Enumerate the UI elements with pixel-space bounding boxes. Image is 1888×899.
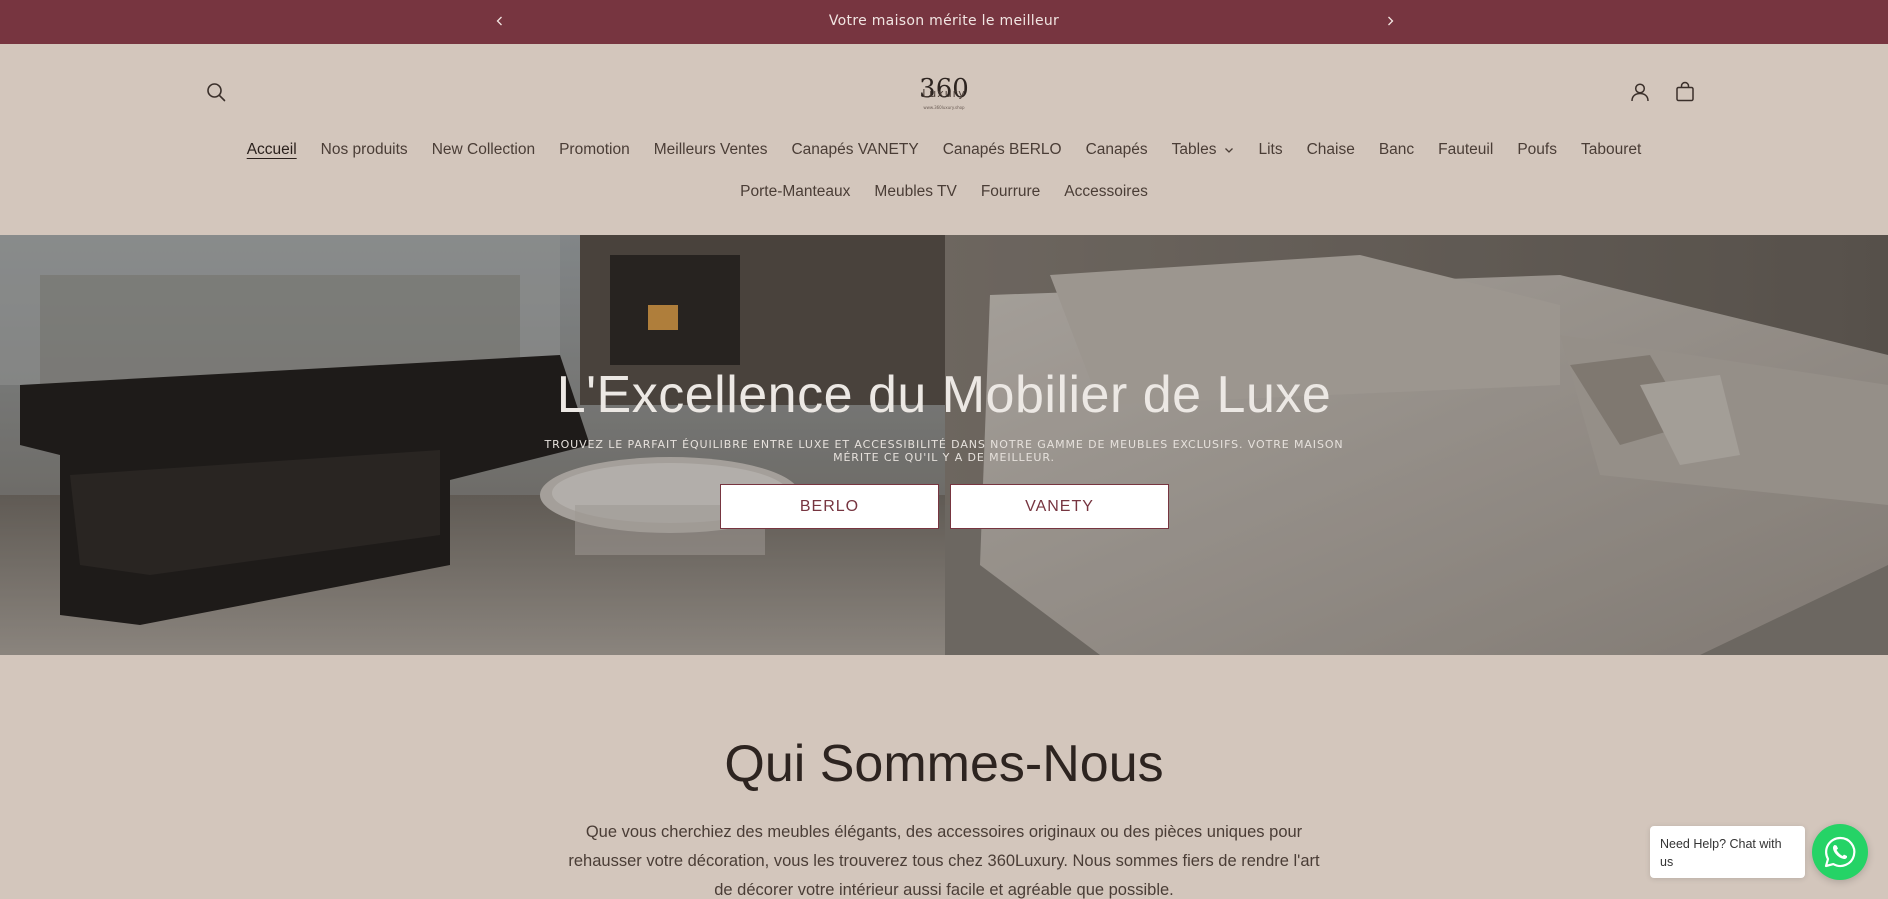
nav-label: Canapés BERLO <box>942 141 1062 158</box>
nav-item-fauteuil[interactable]: Fauteuil <box>1426 141 1505 159</box>
nav-item-lits[interactable]: Lits <box>1246 141 1294 159</box>
nav-label: Accessoires <box>1064 183 1148 200</box>
nav-item-accessoires[interactable]: Accessoires <box>1052 183 1160 201</box>
chat-help-bubble[interactable]: Need Help? Chat with us <box>1650 826 1805 878</box>
about-title: Qui Sommes-Nous <box>724 735 1164 793</box>
nav-label: Chaise <box>1306 141 1355 158</box>
announcement-bar: Votre maison mérite le meilleur <box>0 0 1888 44</box>
nav-item-canapes-berlo[interactable]: Canapés BERLO <box>931 141 1074 159</box>
cart-button[interactable] <box>1669 76 1701 108</box>
announcement-message: Votre maison mérite le meilleur <box>828 13 1060 29</box>
search-icon <box>207 83 226 102</box>
nav-item-meilleurs-ventes[interactable]: Meilleurs Ventes <box>642 141 780 159</box>
site-header: 360 Luxury www.360luxury.shop Accueil No… <box>0 44 1888 235</box>
account-button[interactable] <box>1624 76 1656 108</box>
nav-item-meubles-tv[interactable]: Meubles TV <box>862 183 968 201</box>
nav-label: Poufs <box>1517 141 1557 158</box>
chevron-right-icon <box>1388 16 1394 26</box>
announcement-next-button[interactable] <box>1380 11 1400 31</box>
nav-label: Meilleurs Ventes <box>653 141 768 158</box>
cart-icon <box>1676 81 1694 102</box>
nav-item-tables[interactable]: Tables <box>1160 141 1247 159</box>
nav-label: Fauteuil <box>1438 141 1494 158</box>
hero-subtitle: Trouvez le parfait équilibre entre luxe … <box>544 438 1344 464</box>
user-icon <box>1631 83 1649 102</box>
nav-item-banc[interactable]: Banc <box>1367 141 1426 159</box>
whatsapp-icon <box>1824 836 1856 868</box>
logo-tagline: www.360luxury.shop <box>923 105 965 110</box>
hero-berlo-button[interactable]: BERLO <box>720 484 939 529</box>
nav-label: Fourrure <box>980 183 1041 200</box>
nav-label: Tables <box>1171 141 1217 158</box>
nav-label: Banc <box>1378 141 1415 158</box>
hero-title: L'Excellence du Mobilier de Luxe <box>556 366 1332 424</box>
hero-banner: L'Excellence du Mobilier de Luxe Trouvez… <box>0 235 1888 655</box>
nav-label: Promotion <box>559 141 630 158</box>
nav-label: Accueil <box>246 141 297 158</box>
nav-item-fourrure[interactable]: Fourrure <box>969 183 1052 201</box>
chevron-down-icon <box>1225 148 1234 153</box>
whatsapp-chat-button[interactable] <box>1812 824 1868 880</box>
nav-item-promotion[interactable]: Promotion <box>547 141 642 159</box>
nav-label: Canapés <box>1085 141 1148 158</box>
search-button[interactable] <box>200 76 232 108</box>
nav-label: Lits <box>1258 141 1283 158</box>
nav-label: Meubles TV <box>874 183 957 200</box>
nav-item-porte-manteaux[interactable]: Porte-Manteaux <box>728 183 862 201</box>
nav-item-nos-produits[interactable]: Nos produits <box>309 141 420 159</box>
nav-label: Nos produits <box>320 141 408 158</box>
nav-item-accueil[interactable]: Accueil <box>235 141 309 159</box>
nav-item-tabouret[interactable]: Tabouret <box>1569 141 1653 159</box>
main-nav-row-1: Accueil Nos produits New Collection Prom… <box>0 141 1888 159</box>
nav-label: Tabouret <box>1580 141 1642 158</box>
nav-label: New Collection <box>431 141 536 158</box>
nav-item-canapes-vanety[interactable]: Canapés VANETY <box>779 141 930 159</box>
nav-label: Canapés VANETY <box>791 141 919 158</box>
nav-item-canapes[interactable]: Canapés <box>1074 141 1160 159</box>
nav-item-new-collection[interactable]: New Collection <box>420 141 547 159</box>
nav-item-chaise[interactable]: Chaise <box>1295 141 1367 159</box>
site-logo[interactable]: 360 Luxury www.360luxury.shop <box>909 73 979 115</box>
main-nav-row-2: Porte-Manteaux Meubles TV Fourrure Acces… <box>0 183 1888 201</box>
nav-item-poufs[interactable]: Poufs <box>1505 141 1569 159</box>
about-text: Que vous cherchiez des meubles élégants,… <box>568 823 1320 899</box>
hero-vanety-button[interactable]: VANETY <box>950 484 1169 529</box>
nav-label: Porte-Manteaux <box>740 183 851 200</box>
logo-subtext: Luxury <box>922 87 965 100</box>
